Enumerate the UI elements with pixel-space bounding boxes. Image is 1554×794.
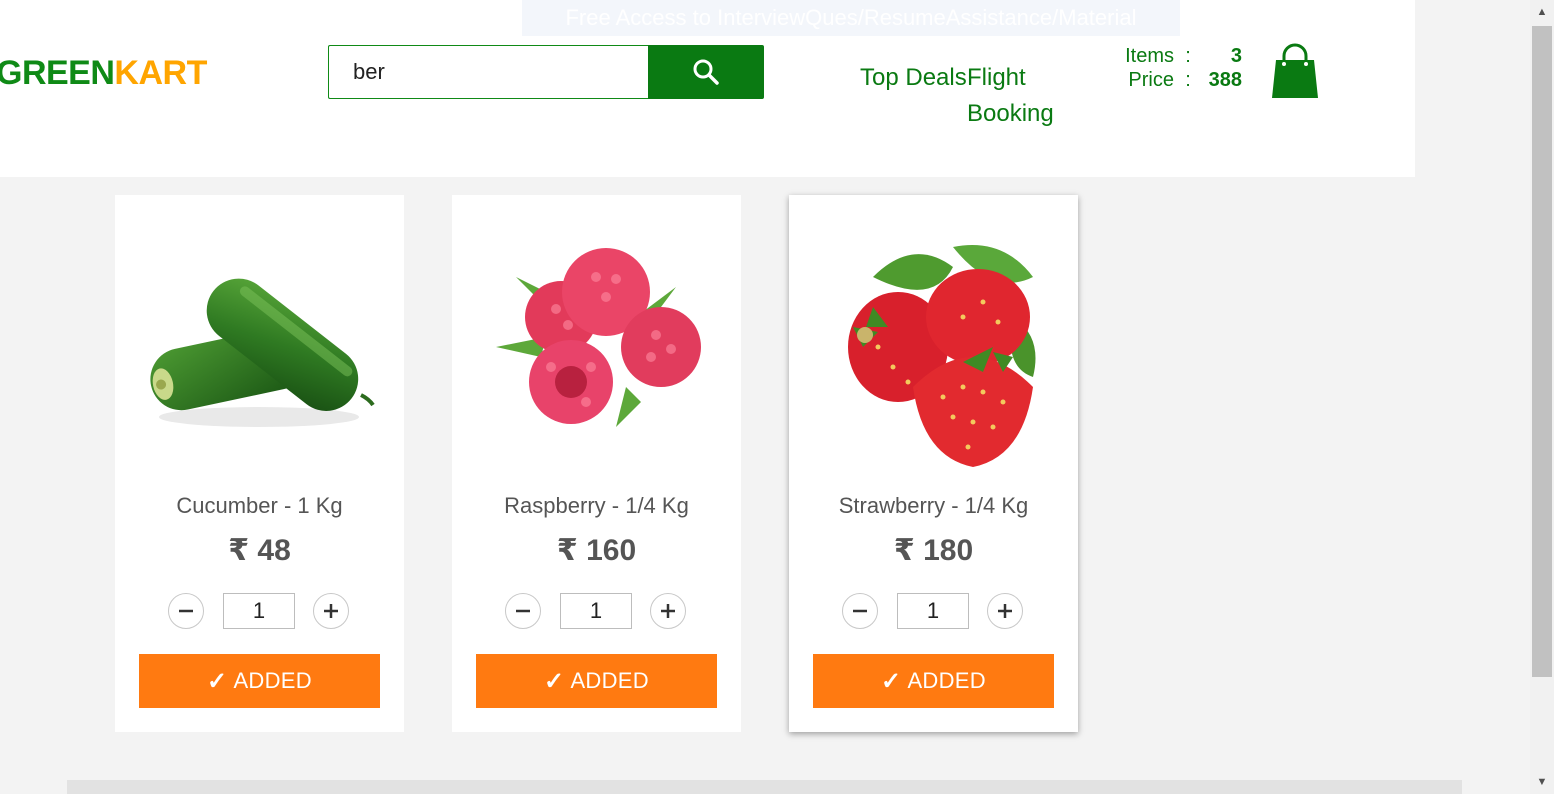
added-to-cart-button[interactable]: ✓ ADDED — [476, 654, 717, 708]
product-price: ₹ 160 — [556, 534, 637, 567]
shopping-bag-icon — [1272, 43, 1318, 98]
cart-items-separator: : — [1185, 45, 1191, 67]
quantity-input[interactable] — [897, 593, 969, 629]
cart-items-value: 3 — [1230, 45, 1242, 67]
logo-green-text: GREEN — [0, 54, 115, 92]
site-header: Free Access to InterviewQues/ResumeAssis… — [0, 0, 1415, 177]
minus-icon — [853, 609, 867, 613]
quantity-stepper — [789, 593, 1078, 629]
plus-icon — [998, 604, 1012, 618]
footer-strip — [67, 780, 1462, 794]
cart-price-value: 388 — [1208, 69, 1242, 91]
quantity-stepper — [452, 593, 741, 629]
quantity-stepper — [115, 593, 404, 629]
checkmark-icon: ✓ — [881, 667, 902, 695]
raspberry-image — [476, 217, 717, 467]
product-price: ₹ 180 — [893, 534, 974, 567]
cart-button[interactable] — [1268, 42, 1322, 100]
plus-icon — [324, 604, 338, 618]
added-label: ADDED — [233, 668, 312, 693]
decrement-button[interactable] — [842, 593, 878, 629]
product-card-cucumber: Cucumber - 1 Kg ₹ 48 ✓ ADDED — [115, 195, 404, 732]
added-label: ADDED — [907, 668, 986, 693]
minus-icon — [179, 609, 193, 613]
search-icon — [693, 59, 719, 85]
decrement-button[interactable] — [168, 593, 204, 629]
plus-icon — [661, 604, 675, 618]
checkmark-icon: ✓ — [207, 667, 228, 695]
scroll-up-arrow-icon[interactable]: ▲ — [1530, 2, 1554, 22]
nav-top-deals-link[interactable]: Top Deals — [860, 60, 970, 96]
search-input[interactable] — [328, 45, 648, 99]
cucumber-image — [139, 217, 380, 467]
increment-button[interactable] — [987, 593, 1023, 629]
promo-banner[interactable]: Free Access to InterviewQues/ResumeAssis… — [522, 0, 1180, 36]
quantity-input[interactable] — [560, 593, 632, 629]
cart-price-separator: : — [1185, 69, 1191, 91]
product-card-strawberry: Strawberry - 1/4 Kg ₹ 180 ✓ ADDED — [789, 195, 1078, 732]
scroll-down-arrow-icon[interactable]: ▼ — [1530, 772, 1554, 792]
cart-summary: Items : 3 Price : 388 — [1100, 44, 1245, 92]
scrollbar-thumb[interactable] — [1532, 26, 1552, 677]
quantity-input[interactable] — [223, 593, 295, 629]
brand-logo[interactable]: GREENKART — [0, 54, 207, 93]
product-card-raspberry: Raspberry - 1/4 Kg ₹ 160 ✓ ADDED — [452, 195, 741, 732]
added-label: ADDED — [570, 668, 649, 693]
checkmark-icon: ✓ — [544, 667, 565, 695]
search-button[interactable] — [648, 45, 764, 99]
added-to-cart-button[interactable]: ✓ ADDED — [813, 654, 1054, 708]
decrement-button[interactable] — [505, 593, 541, 629]
product-price: ₹ 48 — [228, 534, 291, 567]
cart-items-label: Items — [1125, 45, 1174, 67]
increment-button[interactable] — [650, 593, 686, 629]
product-name: Strawberry - 1/4 Kg — [838, 493, 1029, 518]
nav-flight-booking-link[interactable]: Flight Booking — [967, 60, 1077, 132]
cart-price-label: Price — [1128, 69, 1174, 91]
strawberry-image — [813, 217, 1054, 467]
increment-button[interactable] — [313, 593, 349, 629]
product-name: Cucumber - 1 Kg — [176, 493, 343, 518]
vertical-scrollbar[interactable]: ▲ ▼ — [1530, 0, 1554, 794]
logo-orange-text: KART — [114, 54, 207, 92]
added-to-cart-button[interactable]: ✓ ADDED — [139, 654, 380, 708]
product-name: Raspberry - 1/4 Kg — [504, 493, 689, 518]
minus-icon — [516, 609, 530, 613]
